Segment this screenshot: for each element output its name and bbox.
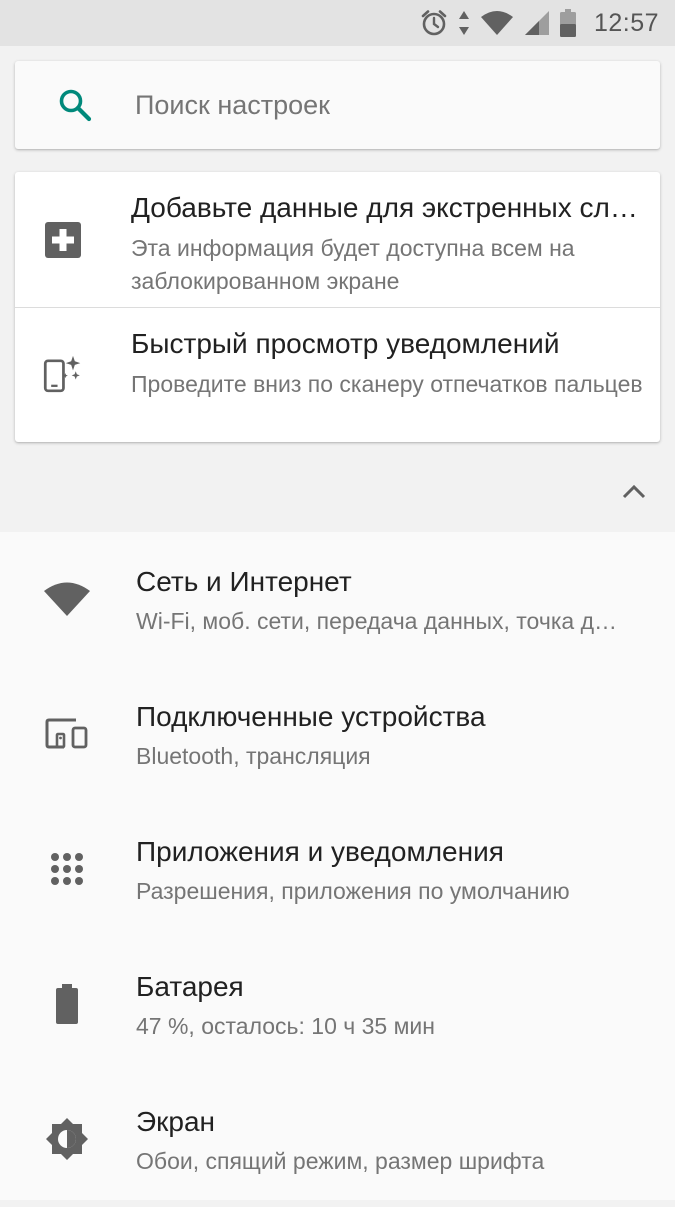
battery-icon bbox=[42, 979, 92, 1029]
settings-item-subtitle: Обои, спящий режим, размер шрифта bbox=[136, 1148, 545, 1174]
wifi-icon bbox=[480, 10, 514, 36]
status-time: 12:57 bbox=[593, 8, 659, 37]
suggestion-title: Быстрый просмотр уведомлений bbox=[131, 328, 560, 359]
phone-sparkle-icon bbox=[43, 354, 83, 394]
settings-item-network[interactable]: Сеть и Интернет Wi-Fi, моб. сети, переда… bbox=[0, 532, 675, 667]
settings-item-apps[interactable]: Приложения и уведомления Разрешения, при… bbox=[0, 802, 675, 937]
settings-item-display[interactable]: Экран Обои, спящий режим, размер шрифта bbox=[0, 1072, 675, 1207]
signal-icon bbox=[524, 10, 550, 36]
settings-item-subtitle: Wi-Fi, моб. сети, передача данных, точка… bbox=[136, 608, 621, 634]
settings-item-subtitle: Разрешения, приложения по умолчанию bbox=[136, 878, 570, 904]
suggestion-title: Добавьте данные для экстренных случаев bbox=[131, 192, 646, 223]
search-icon[interactable] bbox=[15, 87, 135, 123]
search-bar[interactable]: Поиск настроек bbox=[15, 61, 660, 149]
suggestion-subtitle: Эта информация будет доступна всем на за… bbox=[131, 235, 575, 294]
chevron-up-icon[interactable] bbox=[612, 472, 656, 512]
settings-item-subtitle: 47 %, осталось: 10 ч 35 мин bbox=[136, 1013, 435, 1039]
settings-item-title: Приложения и уведомления bbox=[136, 836, 504, 867]
settings-list: Сеть и Интернет Wi-Fi, моб. сети, переда… bbox=[0, 532, 675, 1200]
battery-icon bbox=[559, 9, 576, 37]
search-input[interactable]: Поиск настроек bbox=[135, 90, 330, 121]
suggestions-card: Добавьте данные для экстренных случаев Э… bbox=[15, 172, 660, 442]
settings-item-connected-devices[interactable]: Подключенные устройства Bluetooth, транс… bbox=[0, 667, 675, 802]
medical-plus-icon bbox=[43, 220, 83, 260]
settings-item-title: Батарея bbox=[136, 971, 244, 1002]
suggestion-quick-notifications[interactable]: Быстрый просмотр уведомлений Проведите в… bbox=[15, 307, 660, 443]
suggestion-emergency-info[interactable]: Добавьте данные для экстренных случаев Э… bbox=[15, 172, 660, 307]
data-arrows-icon bbox=[458, 10, 470, 36]
status-bar: 12:57 bbox=[0, 0, 675, 46]
settings-item-title: Подключенные устройства bbox=[136, 701, 486, 732]
apps-grid-icon bbox=[42, 844, 92, 894]
settings-item-battery[interactable]: Батарея 47 %, осталось: 10 ч 35 мин bbox=[0, 937, 675, 1072]
suggestion-subtitle: Проведите вниз по сканеру отпечатков пал… bbox=[131, 371, 643, 397]
brightness-icon bbox=[42, 1114, 92, 1164]
settings-item-subtitle: Bluetooth, трансляция bbox=[136, 743, 371, 769]
settings-item-title: Сеть и Интернет bbox=[136, 566, 352, 597]
connected-devices-icon bbox=[42, 709, 92, 759]
settings-item-title: Экран bbox=[136, 1106, 215, 1137]
alarm-icon bbox=[420, 9, 448, 37]
wifi-icon bbox=[42, 574, 92, 624]
